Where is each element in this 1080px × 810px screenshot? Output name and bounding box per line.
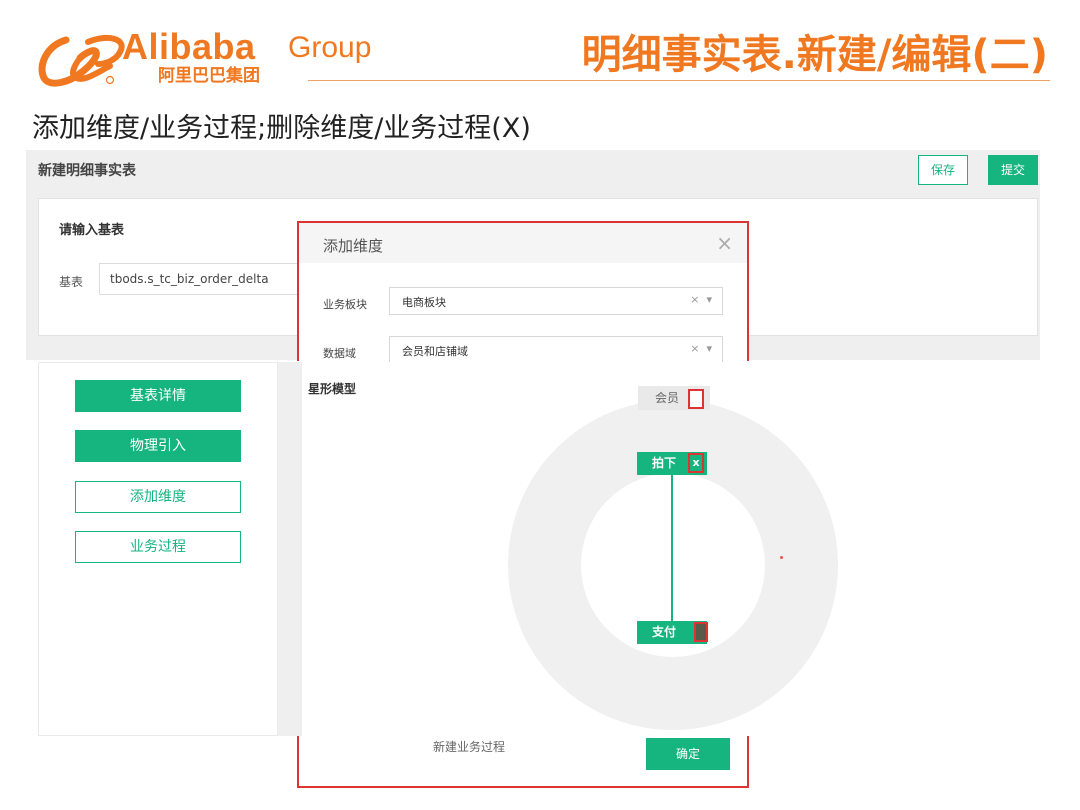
slide-subtitle: 添加维度/业务过程;删除维度/业务过程(X) — [32, 113, 531, 144]
alibaba-logo-icon — [38, 34, 125, 87]
slide-title: 明细事实表.新建/编辑(二) — [581, 32, 1048, 78]
star-model-title: 星形模型 — [308, 382, 357, 396]
confirm-button[interactable]: 确定 — [646, 738, 730, 770]
header-divider — [308, 80, 1050, 81]
business-process-button[interactable]: 业务过程 — [75, 531, 241, 563]
brand-group: Group — [288, 31, 372, 64]
physical-import-button[interactable]: 物理引入 — [75, 430, 241, 462]
panel-gap — [278, 362, 302, 736]
clear-and-chevron-down-icon[interactable]: × ▾ — [690, 293, 712, 306]
app-topbar: 新建明细事实表 保存 提交 — [26, 150, 1040, 196]
dialog-title: 添加维度 — [323, 237, 384, 255]
new-business-process-link[interactable]: 新建业务过程 — [433, 738, 505, 755]
dialog-header: 添加维度 × — [299, 223, 747, 263]
submit-button[interactable]: 提交 — [988, 155, 1038, 185]
dialog-footer: 新建业务过程 确定 — [297, 736, 749, 788]
save-button[interactable]: 保存 — [918, 155, 968, 185]
business-section-label: 业务板块 — [323, 298, 367, 311]
delete-member-highlight[interactable] — [688, 389, 704, 409]
add-dimension-button[interactable]: 添加维度 — [75, 481, 241, 513]
clear-and-chevron-down-icon[interactable]: × ▾ — [690, 342, 712, 355]
add-dimension-dialog: 添加维度 × 业务板块 电商板块 × ▾ 数据域 会员和店铺域 × ▾ — [297, 221, 749, 363]
page-title: 新建明细事实表 — [38, 163, 136, 179]
process-connector-line — [671, 472, 673, 630]
data-domain-value: 会员和店铺域 — [402, 345, 468, 358]
process-node-label: 拍下 — [651, 456, 676, 470]
center-dot — [780, 556, 783, 559]
delete-pay-highlight[interactable] — [694, 622, 708, 642]
close-icon[interactable]: × — [716, 231, 733, 255]
dimension-node-label: 会员 — [654, 391, 679, 405]
data-domain-label: 数据域 — [323, 347, 356, 360]
delete-pai-x-icon[interactable]: x — [688, 453, 704, 473]
business-section-select[interactable]: 电商板块 × ▾ — [389, 287, 723, 315]
star-model-panel: 星形模型 会员 拍下 x 支付 — [302, 362, 1040, 736]
data-domain-select[interactable]: 会员和店铺域 × ▾ — [389, 336, 723, 363]
process-node-label: 支付 — [651, 625, 676, 639]
base-table-input[interactable]: tbods.s_tc_biz_order_delta — [99, 263, 329, 295]
base-detail-button[interactable]: 基表详情 — [75, 380, 241, 412]
base-table-label: 基表 — [59, 275, 84, 289]
brand-chinese-name: 阿里巴巴集团 — [158, 66, 260, 86]
left-action-panel: 基表详情 物理引入 添加维度 业务过程 — [38, 362, 278, 736]
business-section-value: 电商板块 — [402, 296, 446, 309]
star-model-ring — [508, 400, 838, 730]
base-table-heading: 请输入基表 — [59, 223, 125, 238]
